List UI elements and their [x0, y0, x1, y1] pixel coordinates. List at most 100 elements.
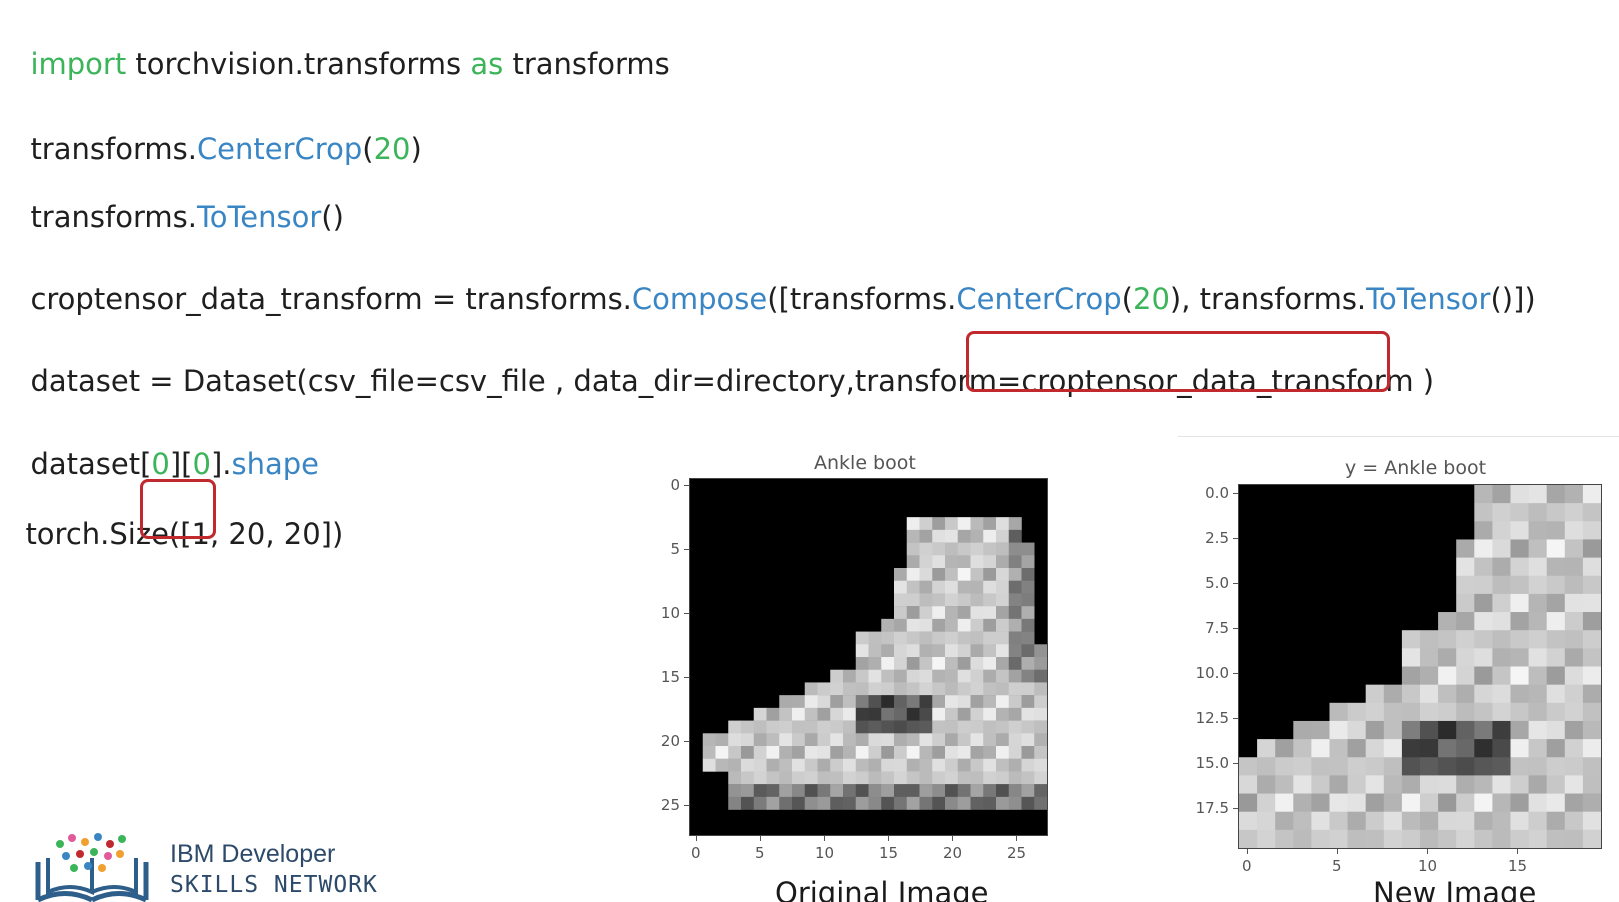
image-pixel: [894, 720, 908, 734]
image-pixel: [1582, 702, 1601, 722]
image-pixel: [1438, 775, 1457, 794]
image-pixel: [728, 771, 742, 785]
image-pixel: [843, 707, 857, 721]
image-pixel: [1528, 630, 1548, 649]
image-pixel: [766, 784, 780, 798]
image-pixel: [945, 796, 959, 810]
image-pixel: [1008, 695, 1022, 709]
image-pixel: [906, 669, 920, 683]
cropped-image: [1238, 484, 1602, 849]
image-pixel: [1401, 648, 1421, 667]
image-pixel: [1365, 757, 1385, 776]
image-pixel: [766, 758, 780, 772]
image-pixel: [932, 580, 946, 594]
image-pixel: [881, 657, 895, 670]
image-pixel: [1383, 702, 1403, 722]
image-pixel: [957, 517, 971, 531]
image-pixel: [1347, 720, 1367, 740]
image-pixel: [817, 695, 831, 709]
image-pixel: [1510, 521, 1529, 540]
image-pixel: [1347, 811, 1367, 831]
image-pixel: [1492, 666, 1511, 686]
image-pixel: [906, 555, 920, 569]
image-pixel: [932, 669, 946, 683]
image-pixel: [1365, 684, 1385, 704]
image-pixel: [906, 593, 920, 607]
image-pixel: [1474, 666, 1493, 686]
image-pixel: [1438, 811, 1457, 831]
x-tick-label: 5: [1332, 857, 1342, 875]
image-pixel: [855, 682, 869, 696]
image-pixel: [957, 669, 971, 683]
image-pixel: [970, 707, 984, 721]
image-pixel: [804, 733, 818, 747]
image-pixel: [728, 720, 742, 734]
image-pixel: [919, 707, 933, 721]
image-pixel: [932, 707, 946, 721]
image-pixel: [881, 746, 895, 759]
image-pixel: [1008, 593, 1022, 607]
image-pixel: [1275, 793, 1294, 813]
books-network-icon: [30, 832, 160, 902]
image-pixel: [1492, 593, 1511, 613]
image-pixel: [1456, 720, 1475, 740]
image-pixel: [957, 657, 971, 670]
image-pixel: [1582, 630, 1601, 649]
image-pixel: [894, 593, 908, 607]
image-pixel: [741, 771, 755, 785]
code-text: transforms.: [30, 132, 197, 166]
image-pixel: [919, 618, 933, 632]
image-pixel: [894, 644, 908, 658]
image-pixel: [753, 758, 767, 772]
image-pixel: [894, 695, 908, 709]
image-pixel: [1546, 648, 1566, 667]
image-pixel: [970, 746, 984, 759]
attribute-shape: shape: [231, 447, 320, 481]
code-text: ][: [169, 447, 193, 481]
image-pixel: [1528, 702, 1548, 722]
image-pixel: [894, 771, 908, 785]
image-pixel: [1438, 666, 1457, 686]
image-pixel: [1008, 618, 1022, 632]
image-pixel: [906, 695, 920, 709]
image-pixel: [1239, 811, 1258, 831]
image-pixel: [1492, 503, 1511, 522]
image-pixel: [1492, 793, 1511, 813]
number-literal: 0: [192, 447, 211, 481]
image-pixel: [728, 796, 742, 810]
image-pixel: [1275, 829, 1294, 848]
image-pixel: [855, 669, 869, 683]
image-pixel: [1456, 684, 1475, 704]
image-pixel: [1582, 557, 1601, 577]
x-tick-label: 0: [691, 844, 701, 862]
image-pixel: [919, 631, 933, 645]
image-pixel: [894, 746, 908, 759]
y-tick-mark: [1233, 628, 1238, 629]
image-pixel: [830, 707, 844, 721]
image-pixel: [957, 631, 971, 645]
image-pixel: [1293, 739, 1312, 758]
image-pixel: [1456, 811, 1475, 831]
image-pixel: [996, 606, 1010, 620]
number-literal: 20: [373, 132, 411, 166]
function-compose: Compose: [631, 282, 768, 316]
image-pixel: [996, 580, 1010, 594]
image-pixel: [1564, 539, 1584, 558]
logo-title: IBM Developer: [170, 840, 336, 868]
image-pixel: [1293, 757, 1312, 776]
y-tick-label: 7.5: [1205, 619, 1229, 637]
image-pixel: [843, 682, 857, 696]
image-pixel: [894, 580, 908, 594]
image-pixel: [1021, 707, 1035, 721]
image-pixel: [817, 682, 831, 696]
image-pixel: [932, 631, 946, 645]
image-pixel: [945, 580, 959, 594]
image-pixel: [779, 758, 793, 772]
image-pixel: [1474, 793, 1493, 813]
image-pixel: [957, 555, 971, 569]
y-tick-mark: [684, 485, 689, 486]
image-pixel: [1456, 575, 1475, 595]
code-text: dataset[: [30, 447, 152, 481]
image-pixel: [1034, 733, 1047, 747]
image-pixel: [1564, 648, 1584, 667]
